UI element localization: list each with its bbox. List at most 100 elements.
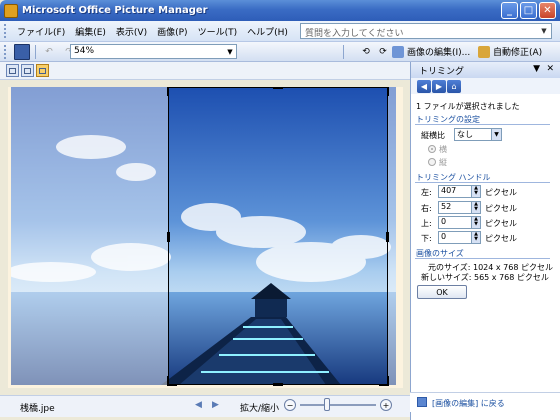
ok-button[interactable]: OK xyxy=(417,285,467,299)
handle-bottom-unit: ピクセル xyxy=(485,234,517,243)
previous-picture-icon[interactable]: ◀ xyxy=(195,400,202,410)
crop-handle-bottom[interactable] xyxy=(273,383,283,386)
menu-edit[interactable]: 編集(E) xyxy=(70,25,111,38)
pane-close-icon[interactable]: ✕ xyxy=(546,64,554,74)
zoom-combo[interactable]: 54% ▼ xyxy=(70,44,237,59)
new-size-text: 新しいサイズ: 565 x 768 ピクセル xyxy=(421,273,549,282)
crop-handle-top-right[interactable] xyxy=(379,87,389,96)
edit-picture-icon xyxy=(392,45,404,58)
handle-bottom-label: 下: xyxy=(421,234,432,243)
forward-icon[interactable]: ▶ xyxy=(432,79,446,93)
handle-top-stepper[interactable]: 0 ▲ ▼ xyxy=(438,216,481,229)
spin-arrows-icon[interactable]: ▲ ▼ xyxy=(471,202,480,213)
zoom-combo-value: 54% xyxy=(74,46,95,56)
pane-navigation: ◀ ▶ ⌂ xyxy=(411,78,560,94)
chevron-down-icon[interactable]: ▼ xyxy=(538,25,550,37)
maximize-button[interactable]: □ xyxy=(520,2,537,19)
pane-menu-chevron-icon[interactable]: ▼ xyxy=(533,64,540,74)
handle-bottom-stepper[interactable]: 0 ▲ ▼ xyxy=(438,231,481,244)
menu-tools[interactable]: ツール(T) xyxy=(193,25,243,38)
aspect-ratio-select[interactable]: なし ▼ xyxy=(454,128,502,141)
auto-correct-button[interactable]: 自動修正(A) xyxy=(478,45,542,58)
portrait-label: 縦 xyxy=(439,158,447,167)
zoom-label: 拡大/縮小 xyxy=(240,404,280,414)
crop-handle-right[interactable] xyxy=(386,232,389,242)
crop-handle-top-left[interactable] xyxy=(167,87,177,96)
status-filename: 桟橋.jpe xyxy=(20,404,55,414)
save-icon[interactable] xyxy=(14,43,30,60)
section-divider xyxy=(415,182,550,183)
selection-info: 1 ファイルが選択されました xyxy=(416,102,520,111)
handle-left-label: 左: xyxy=(421,188,432,197)
single-picture-view-icon[interactable] xyxy=(36,64,49,77)
crop-handle-bottom-left[interactable] xyxy=(167,376,177,386)
help-search-placeholder: 質問を入力してください xyxy=(305,29,404,39)
auto-correct-label: 自動修正(A) xyxy=(493,48,543,58)
edit-picture-button[interactable]: 画像の編集(I)... xyxy=(392,45,470,58)
handle-left-stepper[interactable]: 407 ▲ ▼ xyxy=(438,185,481,198)
spin-arrows-icon[interactable]: ▲ ▼ xyxy=(471,217,480,228)
menu-grip-handle[interactable] xyxy=(4,24,7,38)
crop-handle-top[interactable] xyxy=(273,87,283,89)
pane-title: トリミング xyxy=(419,66,465,77)
handle-right-label: 右: xyxy=(421,204,432,213)
section-divider xyxy=(415,258,550,259)
handle-top-unit: ピクセル xyxy=(485,219,517,228)
view-mode-bar xyxy=(0,62,410,80)
aspect-ratio-value: なし xyxy=(457,130,473,139)
handle-right-unit: ピクセル xyxy=(485,204,517,213)
portrait-radio[interactable] xyxy=(428,158,436,166)
title-bar: Microsoft Office Picture Manager _ □ ✕ xyxy=(0,0,560,21)
crop-handle-left[interactable] xyxy=(167,232,170,242)
next-picture-icon[interactable]: ▶ xyxy=(212,400,219,410)
landscape-label: 横 xyxy=(439,145,447,154)
landscape-radio[interactable] xyxy=(428,145,436,153)
handle-top-value: 0 xyxy=(441,217,447,226)
rotate-right-icon[interactable]: ⟳ xyxy=(375,44,391,60)
back-to-edit-link[interactable]: [画像の編集] に戻る xyxy=(432,398,505,409)
menu-picture[interactable]: 画像(P) xyxy=(152,25,192,38)
handle-right-stepper[interactable]: 52 ▲ ▼ xyxy=(438,201,481,214)
toolbar-separator xyxy=(35,44,36,59)
section-divider xyxy=(415,124,550,125)
menu-view[interactable]: 表示(V) xyxy=(111,25,152,38)
toolbar-separator xyxy=(343,45,344,59)
spin-arrows-icon[interactable]: ▲ ▼ xyxy=(471,186,480,197)
home-icon[interactable]: ⌂ xyxy=(447,79,461,93)
handle-left-value: 407 xyxy=(441,186,457,195)
edit-pictures-icon xyxy=(417,397,427,407)
auto-correct-icon xyxy=(478,45,490,58)
handle-bottom-value: 0 xyxy=(441,232,447,241)
menu-file[interactable]: ファイル(F) xyxy=(12,25,70,38)
picture-canvas[interactable] xyxy=(8,87,403,388)
toolbar-grip-handle[interactable] xyxy=(4,44,7,59)
crop-excluded-area-right xyxy=(388,87,396,385)
picture-manager-app-icon xyxy=(4,3,18,18)
chevron-down-icon[interactable]: ▼ xyxy=(491,129,501,140)
edit-picture-label: 画像の編集(I)... xyxy=(407,48,471,58)
pane-footer: [画像の編集] に戻る xyxy=(410,392,560,412)
close-button[interactable]: ✕ xyxy=(539,2,556,19)
minimize-button[interactable]: _ xyxy=(501,2,518,19)
rotate-left-icon[interactable]: ⟲ xyxy=(358,44,374,60)
thumbnail-view-icon[interactable] xyxy=(6,64,19,77)
zoom-slider-thumb[interactable] xyxy=(323,398,330,411)
chevron-down-icon[interactable]: ▼ xyxy=(224,45,236,58)
crop-excluded-area-left xyxy=(11,87,168,385)
zoom-out-icon[interactable]: − xyxy=(284,399,296,411)
handle-right-value: 52 xyxy=(441,202,452,211)
filmstrip-view-icon[interactable] xyxy=(21,64,34,77)
spin-arrows-icon[interactable]: ▲ ▼ xyxy=(471,232,480,243)
pane-header: トリミング ▼ ✕ xyxy=(411,62,560,78)
zoom-in-icon[interactable]: + xyxy=(380,399,392,411)
status-bar: 桟橋.jpe ◀ ▶ 拡大/縮小 − + xyxy=(0,395,410,417)
crop-frame[interactable] xyxy=(167,87,389,386)
zoom-slider-track[interactable] xyxy=(300,404,376,406)
menu-help[interactable]: ヘルプ(H) xyxy=(242,25,293,38)
undo-icon[interactable]: ↶ xyxy=(41,44,57,60)
crop-handle-bottom-right[interactable] xyxy=(379,376,389,386)
help-search-input[interactable]: 質問を入力してください ▼ xyxy=(300,23,552,39)
window-controls: _ □ ✕ xyxy=(501,2,556,19)
aspect-ratio-label: 縦横比 xyxy=(421,131,445,140)
back-icon[interactable]: ◀ xyxy=(417,79,431,93)
